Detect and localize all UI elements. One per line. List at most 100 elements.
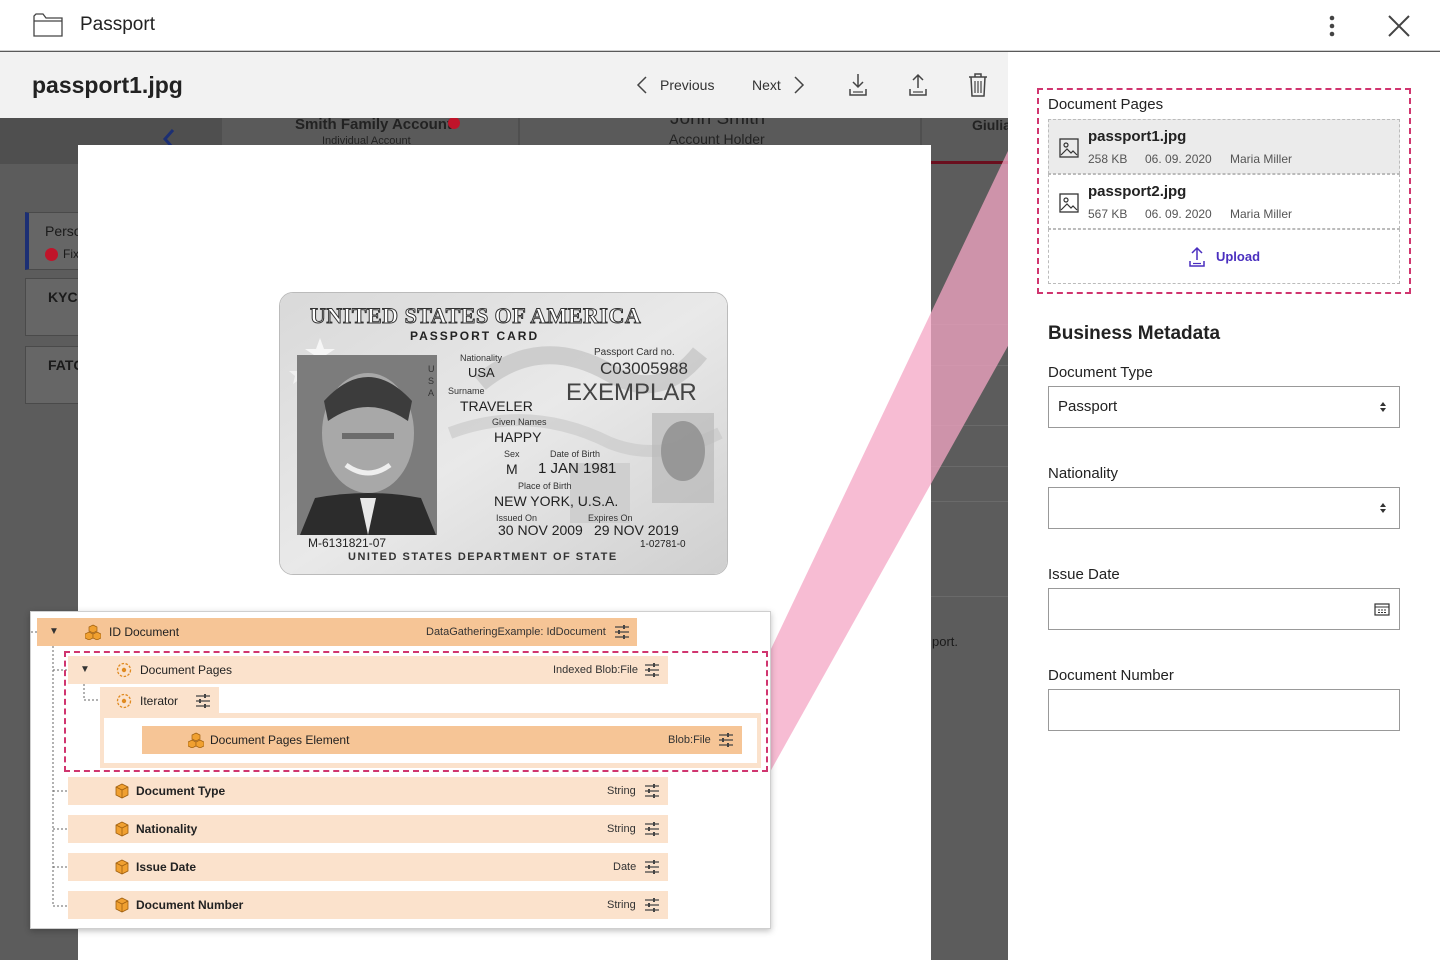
dob-label-text: Date of Birth bbox=[550, 449, 601, 459]
select-arrows-icon bbox=[1380, 503, 1386, 513]
file-name: passport1.jpg bbox=[32, 72, 183, 98]
previous-label: Previous bbox=[660, 77, 715, 93]
calendar-icon[interactable] bbox=[1374, 602, 1390, 616]
tree-node-document-type[interactable]: Document Type String bbox=[68, 777, 668, 805]
nationality-select[interactable] bbox=[1048, 487, 1400, 529]
previous-button[interactable]: Previous bbox=[636, 72, 714, 98]
card-no-label-text: Passport Card no. bbox=[594, 347, 675, 358]
surname-label-text: Surname bbox=[448, 386, 485, 396]
next-label: Next bbox=[752, 77, 781, 93]
bg-card-person: Perso Fix bbox=[25, 212, 85, 270]
business-metadata-title: Business Metadata bbox=[1048, 323, 1221, 344]
bg-card-person-sub: Fix bbox=[63, 247, 79, 261]
cube-icon bbox=[115, 897, 129, 913]
passport-card-image: UNITED STATES OF AMERICA PASSPORT CARD N… bbox=[279, 292, 728, 575]
document-number-label: Document Number bbox=[1048, 667, 1174, 684]
node-label: Issue Date bbox=[136, 860, 197, 874]
surname-text: TRAVELER bbox=[460, 398, 533, 414]
divider bbox=[930, 365, 1008, 366]
close-icon[interactable] bbox=[1386, 13, 1412, 39]
kebab-icon[interactable] bbox=[1322, 14, 1342, 38]
document-number-field[interactable] bbox=[1048, 689, 1400, 731]
divider bbox=[930, 425, 1008, 426]
bg-tab-holder-label: John Smith bbox=[670, 118, 766, 129]
settings-sliders-icon[interactable] bbox=[644, 898, 660, 912]
settings-sliders-icon[interactable] bbox=[644, 860, 660, 874]
nationality-label: Nationality bbox=[1048, 465, 1119, 482]
node-type: String bbox=[607, 785, 636, 797]
card-footer: UNITED STATES DEPARTMENT OF STATE bbox=[348, 551, 618, 563]
card-vertical-text: USA bbox=[428, 364, 435, 398]
passport-subtitle: PASSPORT CARD bbox=[410, 329, 540, 343]
divider bbox=[930, 596, 1008, 597]
dob-text: 1 JAN 1981 bbox=[538, 460, 617, 477]
node-type: DataGatheringExample: IdDocument bbox=[426, 626, 606, 638]
settings-sliders-icon[interactable] bbox=[614, 625, 630, 639]
tree-node-id-document[interactable]: ▼ ID Document DataGatheringExample: IdDo… bbox=[37, 618, 637, 646]
error-badge-icon bbox=[448, 118, 460, 129]
expires-text: 29 NOV 2019 bbox=[594, 522, 679, 538]
chevron-left-icon bbox=[636, 76, 647, 94]
card-no-text: C03005988 bbox=[600, 359, 688, 378]
tree-node-issue-date[interactable]: Issue Date Date bbox=[68, 853, 668, 881]
folder-icon bbox=[33, 13, 63, 37]
modal-title: Passport bbox=[80, 14, 155, 35]
node-type: Date bbox=[613, 861, 637, 873]
pob-text: NEW YORK, U.S.A. bbox=[494, 493, 619, 509]
issue-date-label: Issue Date bbox=[1048, 566, 1120, 583]
nationality-label-text: Nationality bbox=[460, 353, 503, 363]
cube-icon bbox=[115, 783, 129, 799]
bg-tab-third-label: Giulia bbox=[972, 118, 1008, 133]
card-num-right: 1-02781-0 bbox=[640, 539, 686, 550]
given-label-text: Given Names bbox=[492, 417, 547, 427]
bg-card-kyc: KYC bbox=[25, 278, 85, 336]
document-pages-highlight-box bbox=[1037, 88, 1411, 294]
file-toolbar: passport1.jpg Previous Next bbox=[0, 52, 1008, 118]
next-button[interactable]: Next bbox=[752, 72, 805, 98]
exemplar-text: EXEMPLAR bbox=[566, 379, 697, 406]
node-label: ID Document bbox=[109, 625, 180, 639]
select-arrows-icon bbox=[1380, 402, 1386, 412]
collapse-triangle-icon[interactable]: ▼ bbox=[49, 626, 59, 637]
cube-icon bbox=[115, 859, 129, 875]
cube-icon bbox=[115, 821, 129, 837]
settings-sliders-icon[interactable] bbox=[644, 822, 660, 836]
settings-sliders-icon[interactable] bbox=[644, 784, 660, 798]
tree-node-document-number[interactable]: Document Number String bbox=[68, 891, 668, 919]
given-text: HAPPY bbox=[494, 429, 542, 445]
cubes-icon bbox=[85, 624, 101, 640]
document-type-value: Passport bbox=[1058, 398, 1118, 415]
passport-title: UNITED STATES OF AMERICA bbox=[309, 303, 642, 329]
bg-card-fatca: FATC bbox=[25, 346, 85, 404]
sex-label-text: Sex bbox=[504, 449, 520, 459]
upload-icon[interactable] bbox=[906, 72, 930, 98]
sex-text: M bbox=[506, 461, 518, 477]
modal-header: Passport bbox=[0, 0, 1440, 51]
bg-card-person-label: Perso bbox=[45, 223, 82, 239]
tree-node-nationality[interactable]: Nationality String bbox=[68, 815, 668, 843]
pob-label-text: Place of Birth bbox=[518, 481, 572, 491]
node-type: String bbox=[607, 823, 636, 835]
divider bbox=[930, 501, 1008, 502]
trash-icon[interactable] bbox=[966, 72, 990, 98]
chevron-right-icon bbox=[794, 76, 804, 94]
error-badge-icon bbox=[45, 248, 58, 261]
card-num-left: M-6131821-07 bbox=[308, 536, 387, 550]
document-type-select[interactable]: Passport bbox=[1048, 386, 1400, 428]
issued-text: 30 NOV 2009 bbox=[498, 522, 583, 538]
bg-text-fragment: port. bbox=[932, 634, 959, 649]
bg-card-kyc-label: KYC bbox=[48, 289, 78, 305]
issue-date-field[interactable] bbox=[1048, 588, 1400, 630]
document-type-label: Document Type bbox=[1048, 364, 1153, 381]
bg-tab-third: Giulia bbox=[922, 118, 1008, 164]
node-label: Nationality bbox=[136, 822, 198, 836]
bg-tab-family-label: Smith Family Account bbox=[295, 118, 452, 133]
node-label: Document Type bbox=[136, 784, 226, 798]
node-type: String bbox=[607, 899, 636, 911]
tree-highlight-box bbox=[64, 651, 768, 772]
divider bbox=[930, 466, 1008, 467]
download-icon[interactable] bbox=[846, 72, 870, 98]
nationality-text: USA bbox=[468, 365, 495, 380]
node-label: Document Number bbox=[136, 898, 244, 912]
divider bbox=[930, 324, 1008, 325]
